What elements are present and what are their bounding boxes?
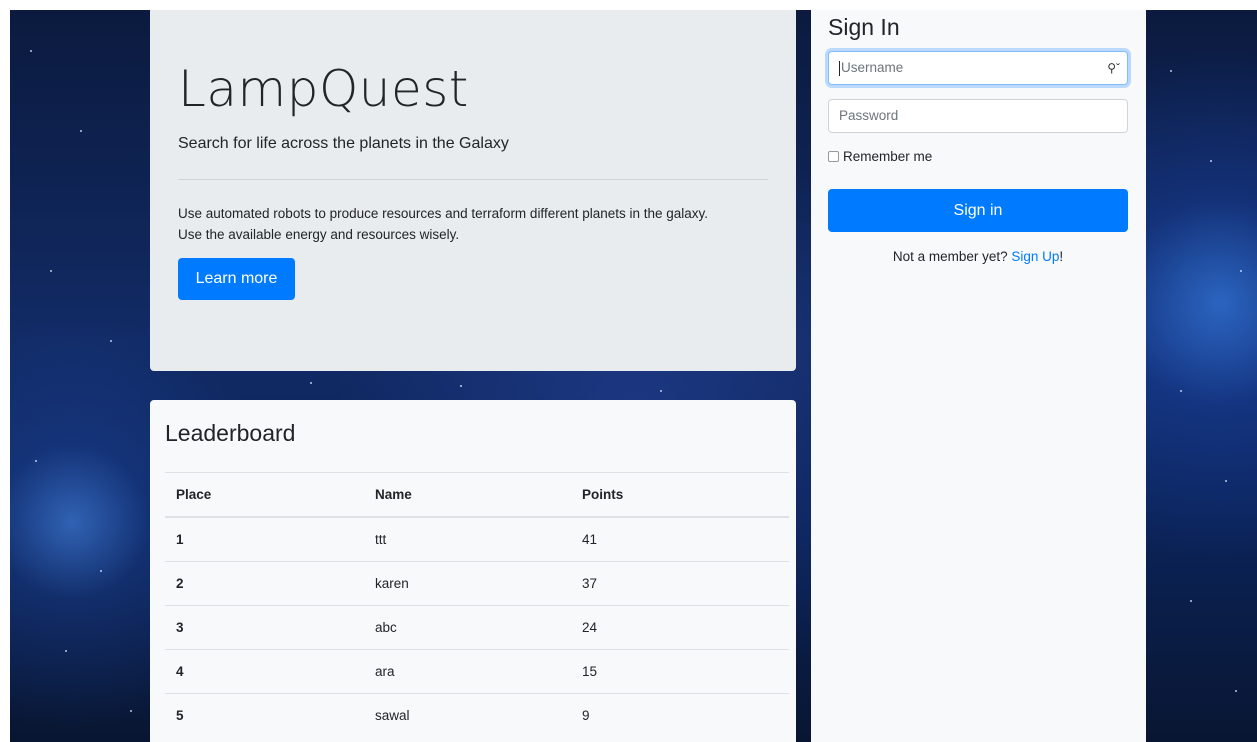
password-placeholder: Password [839,108,899,123]
remember-label: Remember me [843,149,933,164]
leaderboard-panel: Leaderboard Place Name Points 1 ttt 41 2… [150,400,796,742]
learn-more-button[interactable]: Learn more [178,258,295,300]
divider [178,179,768,180]
hero-panel: LampQuest Search for life across the pla… [150,10,796,371]
key-icon[interactable]: ⚲ˇ [1107,52,1120,84]
table-row: 1 ttt 41 [165,516,789,562]
row-points: 37 [571,561,789,606]
leaderboard-title: Leaderboard [165,420,296,446]
username-placeholder: Username [841,60,904,75]
username-input[interactable]: Username ⚲ˇ [828,51,1128,85]
remember-checkbox[interactable] [828,151,839,162]
row-points: 24 [571,605,789,650]
row-points: 9 [571,693,789,737]
row-name: abc [364,605,571,650]
remember-me[interactable]: Remember me [828,149,932,164]
row-name: ara [364,649,571,694]
not-member-text: Not a member yet? [892,249,1012,264]
app-title: LampQuest [178,60,469,118]
table-header-row: Place Name Points [165,472,789,518]
column-header-points: Points [571,472,789,518]
signin-title: Sign In [828,14,900,40]
row-place: 5 [165,693,364,737]
description-line-1: Use automated robots to produce resource… [178,206,709,221]
row-points: 15 [571,649,789,694]
signin-button[interactable]: Sign in [828,189,1128,232]
table-row: 5 sawal 9 [165,693,789,737]
text-cursor [839,60,840,76]
row-name: karen [364,561,571,606]
leaderboard-table: Place Name Points 1 ttt 41 2 karen 37 3 … [165,472,789,737]
table-row: 3 abc 24 [165,605,789,650]
description-line-2: Use the available energy and resources w… [178,227,460,242]
row-name: sawal [364,693,571,737]
row-place: 1 [165,516,364,562]
signup-prompt: Not a member yet? Sign Up! [828,249,1128,264]
signin-panel: Sign In Username ⚲ˇ Password Remember me… [811,10,1146,742]
row-place: 2 [165,561,364,606]
row-place: 4 [165,649,364,694]
table-row: 2 karen 37 [165,561,789,606]
row-place: 3 [165,605,364,650]
password-input[interactable]: Password [828,99,1128,133]
app-description: Use automated robots to produce resource… [178,203,778,245]
column-header-place: Place [165,472,364,518]
signup-link[interactable]: Sign Up [1011,249,1059,264]
row-name: ttt [364,516,571,562]
row-points: 41 [571,516,789,562]
column-header-name: Name [364,472,571,518]
signup-suffix: ! [1059,249,1064,264]
app-subtitle: Search for life across the planets in th… [178,135,509,152]
table-row: 4 ara 15 [165,649,789,694]
